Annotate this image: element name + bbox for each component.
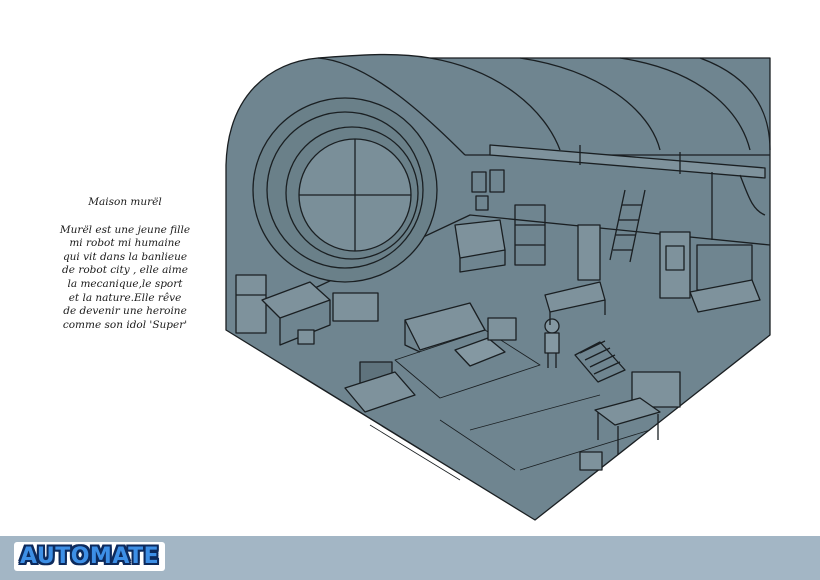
machine-icon: [659, 231, 691, 299]
box-icon: [297, 329, 315, 345]
fridge-icon: [235, 274, 267, 334]
crate-icon: [332, 292, 379, 322]
box-icon: [579, 451, 603, 471]
automate-logo: AUTOMATE: [14, 542, 166, 571]
armchair-icon: [487, 317, 517, 341]
room-illustration: [225, 53, 771, 521]
cabinet-icon: [577, 224, 601, 281]
round-window-icon: [252, 97, 438, 283]
footer-band: AUTOMATE: [0, 536, 820, 580]
